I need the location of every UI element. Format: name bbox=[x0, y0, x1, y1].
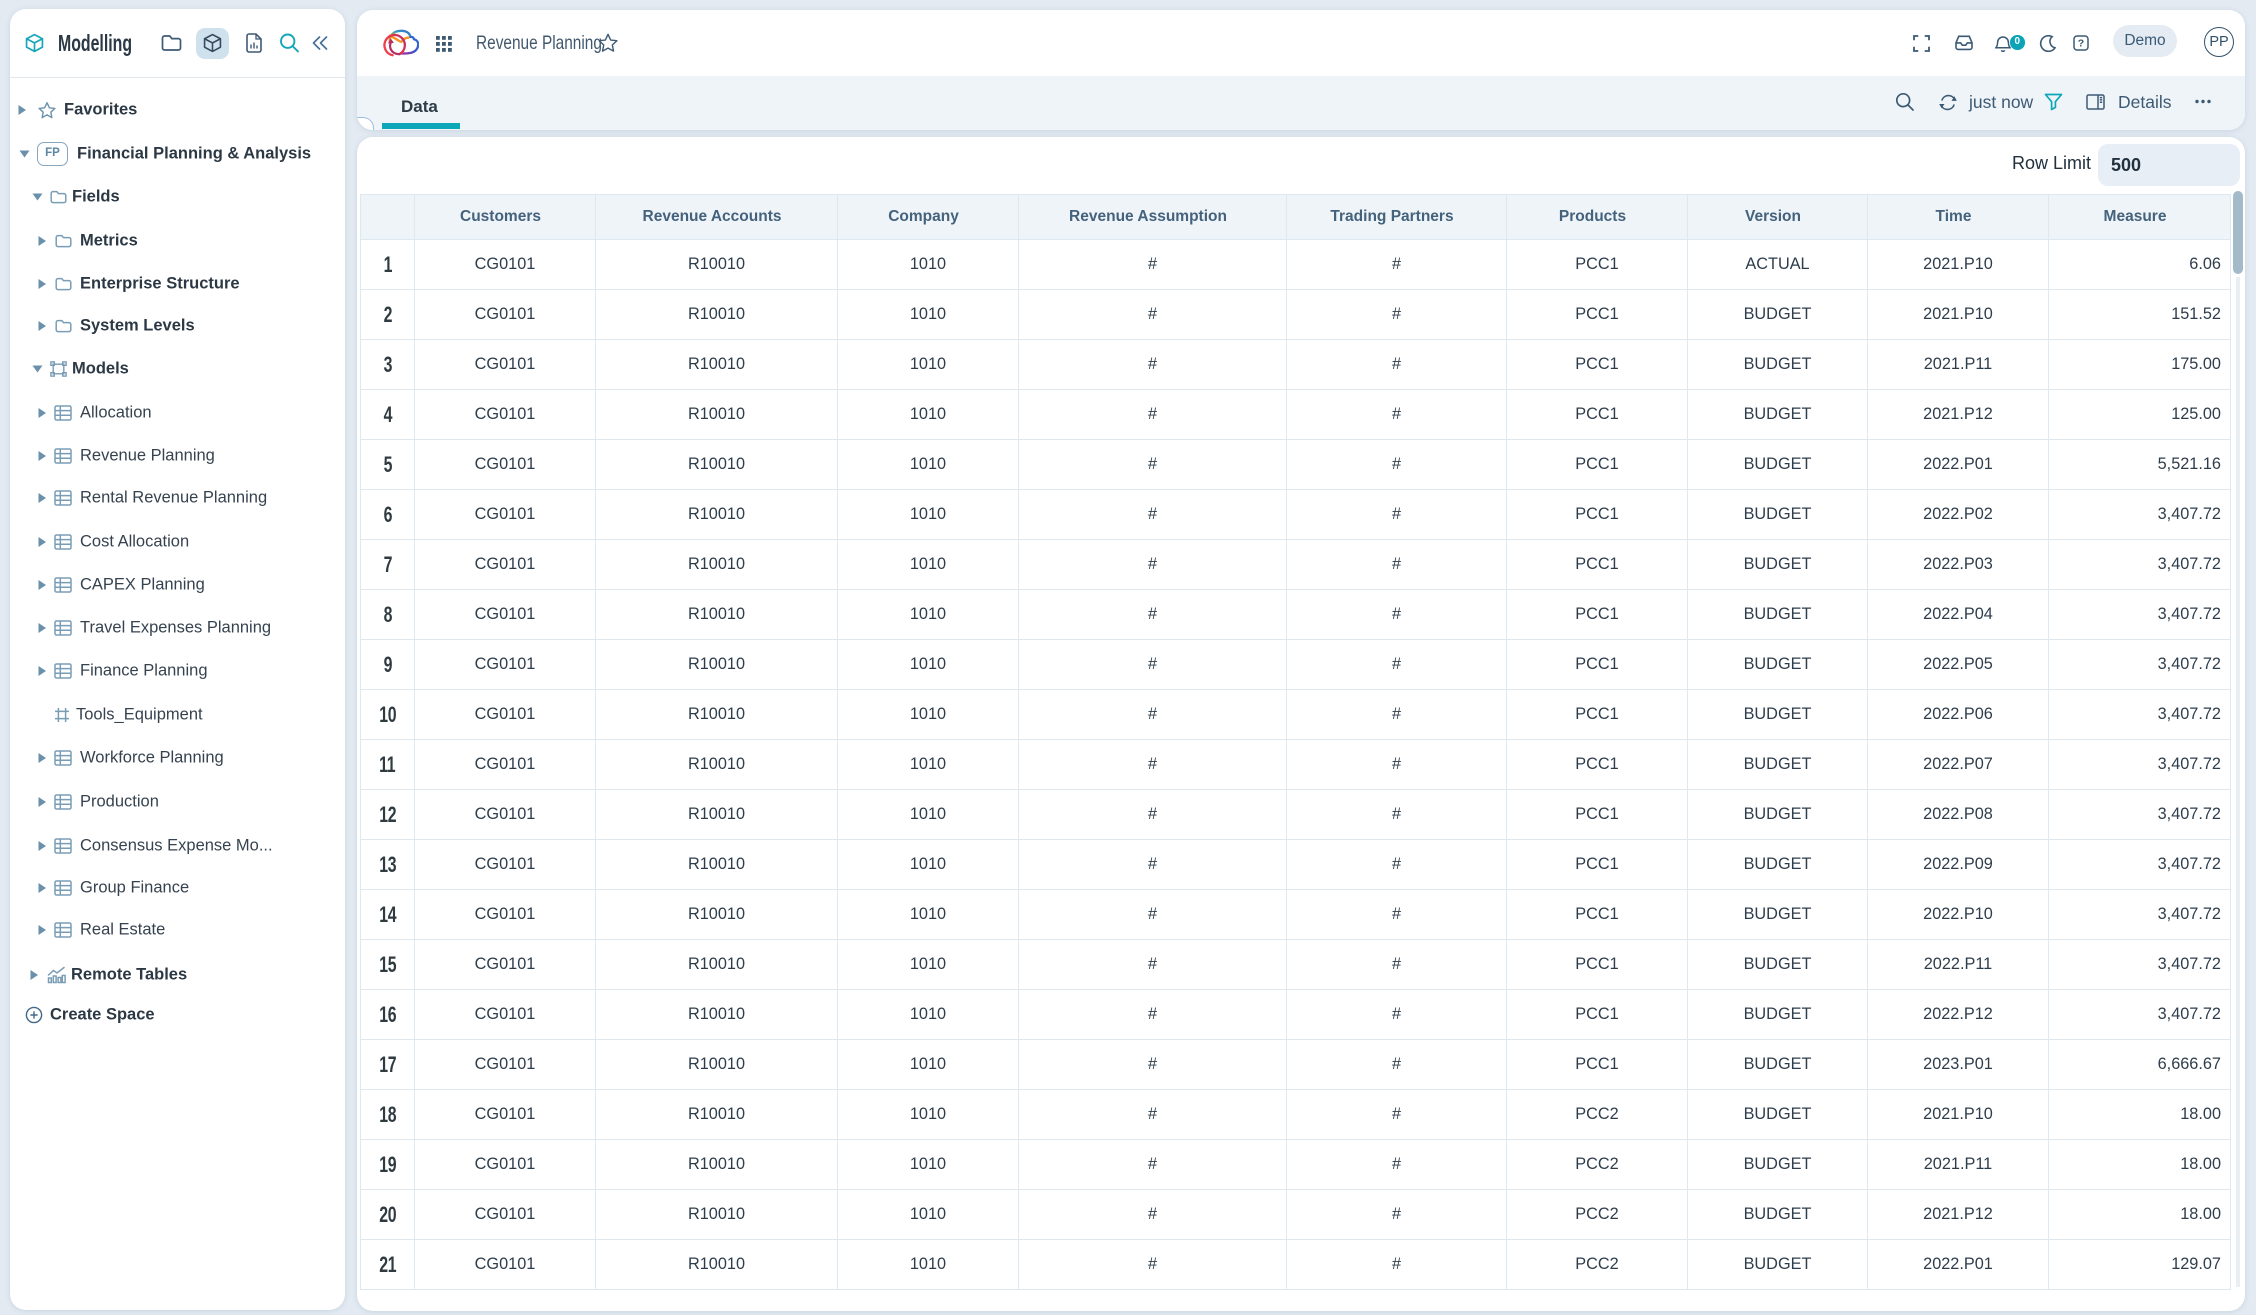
svg-text:?: ? bbox=[2078, 38, 2084, 50]
